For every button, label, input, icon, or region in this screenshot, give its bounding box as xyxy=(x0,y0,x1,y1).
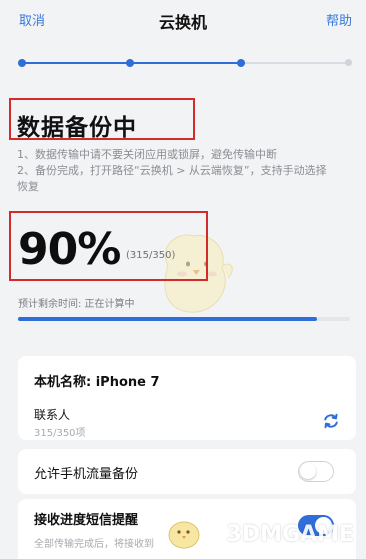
instructions: 1、数据传输中请不要关闭应用或锁屏，避免传输中断 2、备份完成，打开路径“云换机… xyxy=(17,147,357,195)
mobile-data-setting: 允许手机流量备份 xyxy=(18,449,356,494)
eta-text: 预计剩余时间: 正在计算中 xyxy=(18,299,135,310)
instruction-line-3: 恢复 xyxy=(17,180,39,193)
navigation-bar: 取消 云换机 帮助 xyxy=(0,0,366,42)
watermark-text: 3DMGAME xyxy=(226,522,354,547)
step-dot-4 xyxy=(345,59,352,66)
sms-reminder-description: 全部传输完成后，将接收到 xyxy=(34,539,154,550)
watermark: 3DMGAME xyxy=(164,511,354,555)
progress-bar xyxy=(18,317,350,321)
device-info-card: 本机名称: iPhone 7 联系人 315/350项 xyxy=(18,356,356,440)
annotation-box-headline xyxy=(9,98,195,140)
watermark-bird-logo xyxy=(168,521,200,549)
help-button[interactable]: 帮助 xyxy=(326,10,352,29)
page-title: 云换机 xyxy=(158,13,207,32)
contacts-label: 联系人 xyxy=(34,408,71,422)
step-dot-1 xyxy=(18,59,26,67)
progress-bar-fill xyxy=(18,317,317,321)
sms-reminder-label: 接收进度短信提醒 xyxy=(34,513,139,528)
instruction-line-1: 1、数据传输中请不要关闭应用或锁屏，避免传输中断 xyxy=(17,148,277,161)
device-name: 本机名称: iPhone 7 xyxy=(34,375,160,390)
step-dot-2 xyxy=(126,59,134,67)
step-indicator xyxy=(18,59,352,67)
step-line-remaining xyxy=(241,62,349,64)
annotation-box-percent xyxy=(9,211,208,281)
step-dot-3 xyxy=(237,59,245,67)
sync-icon xyxy=(324,413,338,429)
contacts-count: 315/350项 xyxy=(34,428,86,439)
mobile-data-toggle[interactable] xyxy=(298,461,334,482)
mobile-data-label: 允许手机流量备份 xyxy=(34,467,139,482)
instruction-line-2: 2、备份完成，打开路径“云换机 > 从云端恢复”，支持手动选择 xyxy=(17,164,327,177)
